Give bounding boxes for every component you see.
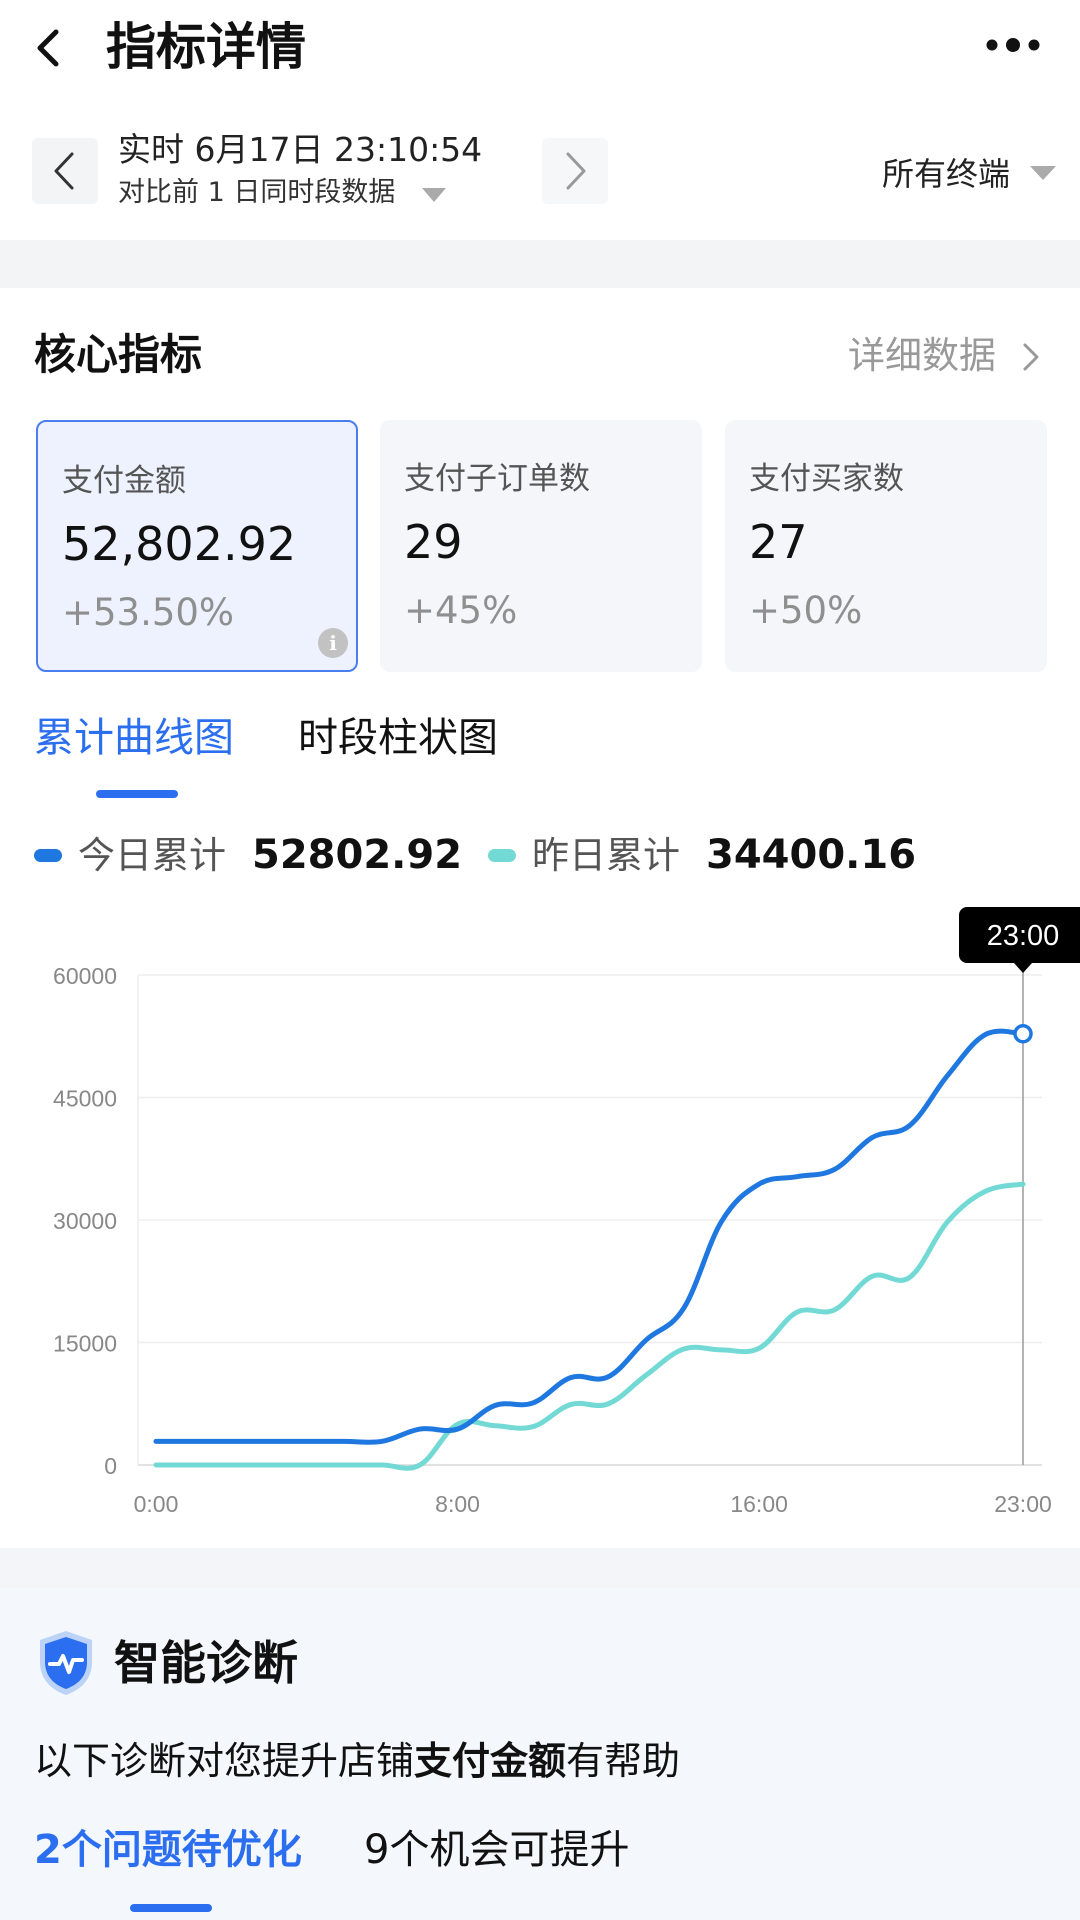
y-tick-label: 0 [104, 1453, 117, 1479]
chevron-left-icon [54, 152, 74, 190]
metric-card-payment-amount[interactable]: 支付金额 52,802.92 +53.50% i [36, 420, 358, 672]
legend-label-today: 今日累计 [78, 834, 226, 877]
series-line-today [153, 1028, 1026, 1445]
next-date-button[interactable] [542, 138, 608, 204]
page-title: 指标详情 [106, 18, 306, 76]
info-icon[interactable]: i [318, 628, 348, 658]
metric-change: +53.50% [62, 591, 235, 634]
x-tick-label: 16:00 [730, 1491, 788, 1517]
legend-value-today: 52802.92 [252, 832, 463, 878]
metric-label: 支付金额 [62, 463, 186, 499]
metric-card-sub-orders[interactable]: 支付子订单数 29 +45% [380, 420, 702, 672]
cumulative-line-chart[interactable]: 0 15000 30000 45000 60000 0:00 8:00 16:00 23:00 2… [0, 900, 1080, 1530]
chevron-right-icon[interactable] [1020, 340, 1042, 374]
tab-hourly-bar[interactable]: 时段柱状图 [298, 710, 498, 766]
legend-label-yesterday: 昨日累计 [532, 834, 680, 877]
current-datetime: 实时 6月17日 23:10:54 [118, 130, 483, 169]
active-tab-indicator [96, 790, 178, 798]
metric-value: 27 [749, 515, 808, 569]
y-tick-label: 30000 [53, 1208, 117, 1234]
legend-value-yesterday: 34400.16 [706, 832, 917, 878]
previous-date-button[interactable] [32, 138, 98, 204]
data-point-marker [1013, 1024, 1033, 1044]
shield-pulse-icon [40, 1631, 92, 1695]
chevron-right-icon [566, 152, 586, 190]
diagnosis-description: 以下诊断对您提升店铺支付金额有帮助 [34, 1734, 680, 1788]
tooltip-label: 23:00 [987, 920, 1060, 952]
core-metrics-title: 核心指标 [34, 330, 203, 379]
app-root: 指标详情 实时 6月17日 23:10:54 对比前 1 日同时段数据 所有终端… [0, 0, 1080, 1920]
metric-label: 支付子订单数 [404, 461, 590, 497]
metric-change: +45% [404, 589, 518, 632]
caret-down-icon[interactable] [1028, 164, 1058, 182]
metric-card-buyers[interactable]: 支付买家数 27 +50% [725, 420, 1047, 672]
diagnosis-desc-suffix: 有帮助 [566, 1739, 681, 1783]
y-tick-label: 15000 [53, 1331, 117, 1357]
terminal-selector[interactable]: 所有终端 [882, 152, 1010, 196]
metric-value: 29 [404, 515, 463, 569]
x-tick-label: 0:00 [134, 1491, 179, 1517]
metric-label: 支付买家数 [749, 461, 904, 497]
legend-swatch-yesterday [488, 849, 516, 862]
tab-problems[interactable]: 2个问题待优化 [34, 1822, 302, 1878]
more-options-icon[interactable] [985, 38, 1041, 52]
x-tick-label: 23:00 [994, 1491, 1052, 1517]
section-divider [0, 240, 1080, 288]
tab-opportunities[interactable]: 9个机会可提升 [364, 1822, 629, 1878]
y-tick-label: 45000 [53, 1086, 117, 1112]
tab-cumulative-curve[interactable]: 累计曲线图 [34, 710, 234, 766]
detail-data-link[interactable]: 详细数据 [848, 332, 996, 380]
section-divider [0, 1548, 1080, 1588]
legend-swatch-today [34, 849, 62, 862]
caret-down-icon[interactable] [420, 186, 448, 204]
y-tick-label: 60000 [53, 963, 117, 989]
tooltip-pointer [1014, 963, 1032, 973]
metric-change: +50% [749, 589, 863, 632]
x-tick-label: 8:00 [435, 1491, 480, 1517]
active-tab-indicator [130, 1904, 212, 1912]
diagnosis-title: 智能诊断 [114, 1636, 298, 1690]
series-line-yesterday [153, 1181, 1026, 1471]
metric-value: 52,802.92 [62, 517, 297, 571]
back-arrow-icon[interactable] [28, 18, 72, 78]
diagnosis-desc-prefix: 以下诊断对您提升店铺 [34, 1739, 415, 1783]
compare-period-dropdown[interactable]: 对比前 1 日同时段数据 [118, 174, 395, 212]
diagnosis-desc-metric: 支付金额 [414, 1739, 567, 1783]
